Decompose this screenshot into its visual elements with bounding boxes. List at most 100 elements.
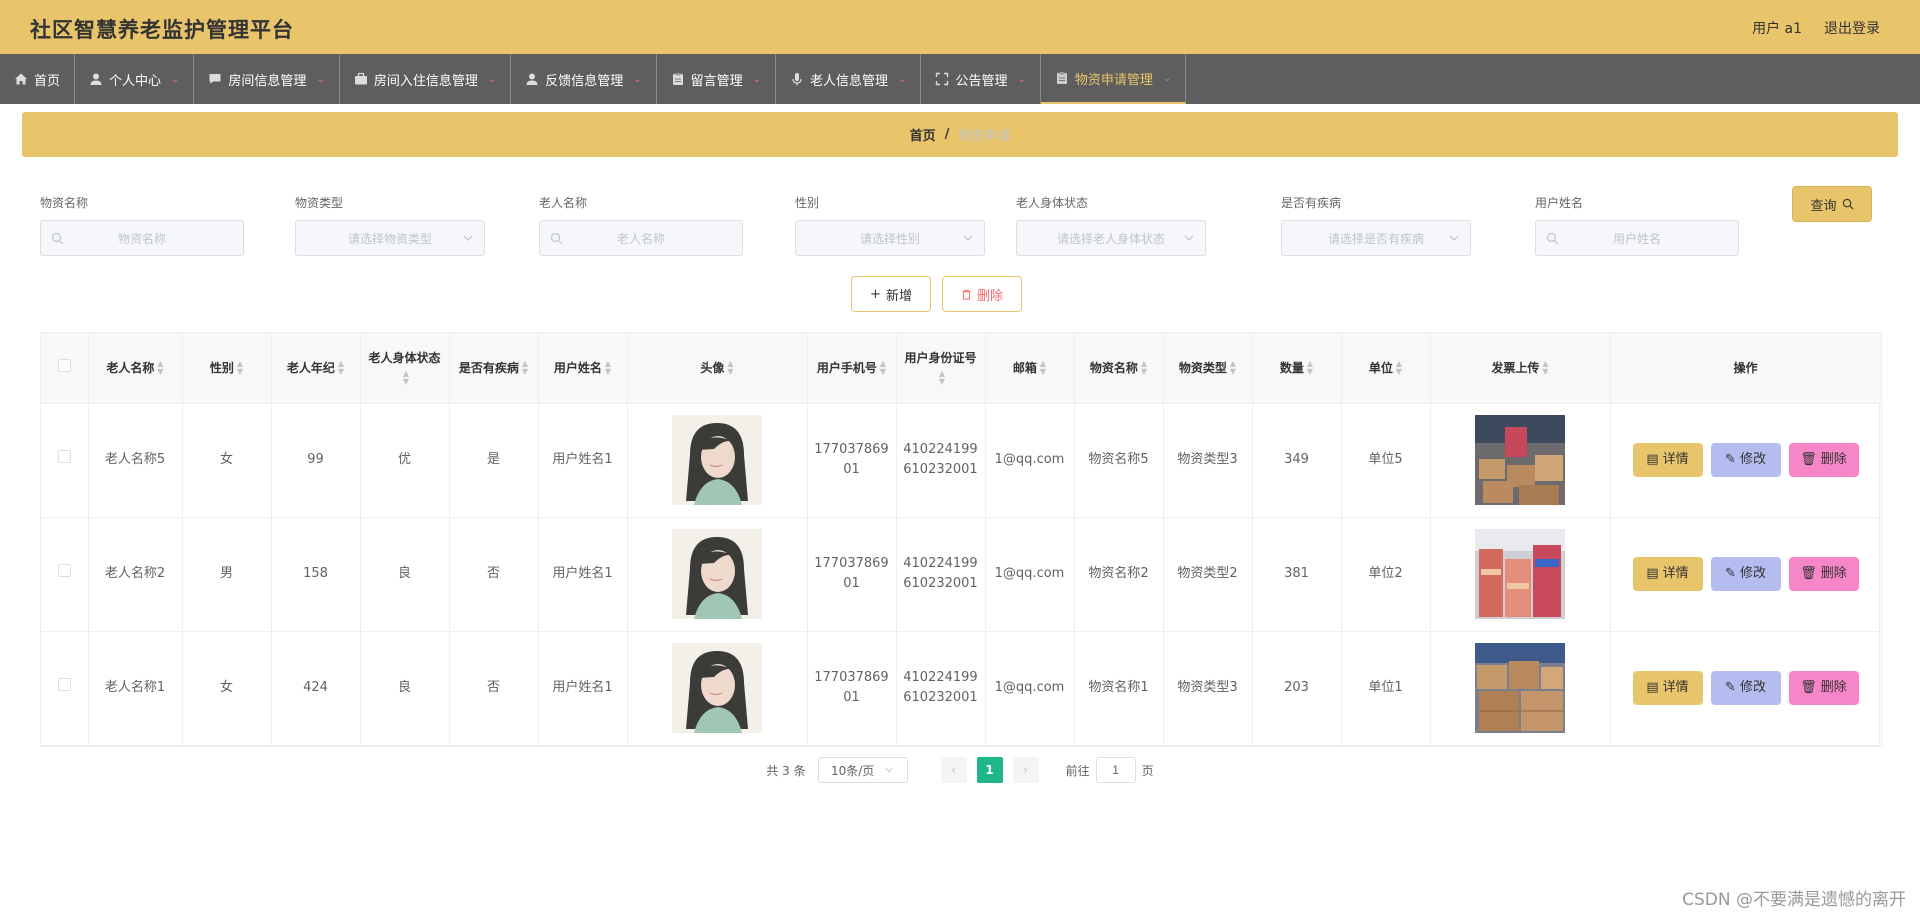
nav-item-messages[interactable]: 留言管理 ⌄ bbox=[657, 54, 777, 104]
cell-phone: 17703786901 bbox=[807, 403, 897, 518]
cell-gender: 女 bbox=[182, 631, 272, 746]
select-all-checkbox[interactable] bbox=[57, 358, 71, 372]
nav-item-label: 首页 bbox=[34, 73, 61, 89]
nav-item-label: 房间入住信息管理 bbox=[373, 73, 478, 89]
row-checkbox[interactable] bbox=[57, 678, 71, 691]
has-disease-select[interactable]: 请选择是否有疾病 bbox=[1281, 220, 1471, 256]
delete-button[interactable]: 🗑 删除 bbox=[1788, 443, 1859, 477]
cell-material-type: 物资类型2 bbox=[1163, 517, 1253, 632]
detail-button[interactable]: ▤ 详情 bbox=[1632, 557, 1703, 591]
invoice-image[interactable] bbox=[1475, 415, 1565, 505]
goto-prefix: 前往 bbox=[1065, 763, 1090, 778]
edit-button[interactable]: ✎ 修改 bbox=[1710, 671, 1781, 705]
cell-disease: 是 bbox=[449, 403, 539, 518]
nav-item-elder-info[interactable]: 老人信息管理 ⌄ bbox=[776, 54, 922, 104]
delete-button[interactable]: 🗑 删除 bbox=[1788, 557, 1859, 591]
edit-button[interactable]: ✎ 修改 bbox=[1710, 443, 1781, 477]
nav-item-feedback[interactable]: 反馈信息管理 ⌄ bbox=[511, 54, 657, 104]
column-header[interactable]: 物资名称 ▲ ▼ bbox=[1074, 333, 1164, 404]
user-name-input[interactable]: 用户姓名 bbox=[1535, 220, 1739, 256]
sort-icon: ▲ ▼ bbox=[727, 359, 734, 377]
nav-item-label: 反馈信息管理 bbox=[545, 73, 624, 89]
sort-icon: ▲ ▼ bbox=[604, 359, 612, 377]
user-name-label: 用户姓名 bbox=[1535, 196, 1584, 210]
document-icon: ▤ bbox=[1646, 452, 1659, 467]
sort-icon: ▲ ▼ bbox=[521, 359, 529, 377]
health-status-select[interactable]: 请选择老人身体状态 bbox=[1016, 220, 1206, 256]
goto-page-input[interactable] bbox=[1095, 757, 1136, 783]
column-header[interactable]: 是否有疾病 ▲ ▼ bbox=[449, 333, 539, 404]
logout-link[interactable]: 退出登录 bbox=[1824, 18, 1880, 38]
delete-button[interactable]: 🗑 删除 bbox=[1788, 671, 1859, 705]
add-button[interactable]: + 新增 bbox=[851, 276, 931, 312]
nav-item-room-checkin[interactable]: 房间入住信息管理 ⌄ bbox=[340, 54, 512, 104]
material-type-select[interactable]: 请选择物资类型 bbox=[295, 220, 485, 256]
column-header[interactable]: 头像 ▲ ▼ bbox=[627, 333, 808, 404]
add-button-label: 新增 bbox=[885, 288, 912, 304]
nav-item-label: 个人中心 bbox=[109, 73, 162, 89]
watermark: CSDN @不要满是遗憾的离开 bbox=[1682, 890, 1906, 910]
page-size-select[interactable]: 10条/页 bbox=[817, 757, 908, 783]
nav-item-label: 物资申请管理 bbox=[1074, 72, 1153, 88]
nav-item-personal-center[interactable]: 个人中心 ⌄ bbox=[75, 54, 195, 104]
row-checkbox[interactable] bbox=[57, 564, 71, 577]
app-title: 社区智慧养老监护管理平台 bbox=[30, 18, 294, 42]
cell-quantity: 381 bbox=[1252, 517, 1342, 632]
cell-disease: 否 bbox=[449, 517, 539, 632]
cell-disease: 否 bbox=[449, 631, 539, 746]
nav-item-home[interactable]: 首页 bbox=[0, 54, 76, 104]
prev-page-button[interactable]: ‹ bbox=[940, 757, 967, 783]
sort-icon: ▲ ▼ bbox=[1039, 359, 1047, 377]
user-icon bbox=[89, 72, 103, 86]
detail-button[interactable]: ▤ 详情 bbox=[1632, 443, 1703, 477]
column-header[interactable]: 性别 ▲ ▼ bbox=[182, 333, 272, 404]
pagination-total: 共 3 条 bbox=[766, 763, 806, 778]
column-header[interactable]: 老人名称 ▲ ▼ bbox=[88, 333, 183, 404]
avatar bbox=[672, 529, 762, 619]
chevron-down-icon: ⌄ bbox=[1017, 73, 1026, 85]
user-icon bbox=[525, 72, 539, 86]
cell-health: 良 bbox=[360, 517, 450, 632]
invoice-image[interactable] bbox=[1475, 529, 1565, 619]
edit-button[interactable]: ✎ 修改 bbox=[1710, 557, 1781, 591]
column-header[interactable]: 用户身份证号▲ ▼ bbox=[896, 333, 986, 404]
nav-item-material-request[interactable]: 物资申请管理 ⌄ bbox=[1040, 54, 1187, 104]
column-header[interactable]: 邮箱 ▲ ▼ bbox=[985, 333, 1075, 404]
avatar bbox=[672, 643, 762, 733]
column-header[interactable]: 用户手机号 ▲ ▼ bbox=[807, 333, 897, 404]
cell-age: 158 bbox=[271, 517, 361, 632]
nav-item-announcements[interactable]: 公告管理 ⌄ bbox=[921, 54, 1041, 104]
cell-email: 1@qq.com bbox=[985, 403, 1075, 518]
column-header[interactable]: 单位 ▲ ▼ bbox=[1341, 333, 1431, 404]
column-header[interactable]: 物资类型 ▲ ▼ bbox=[1163, 333, 1253, 404]
clipboard-icon bbox=[671, 72, 685, 86]
invoice-image[interactable] bbox=[1475, 643, 1565, 733]
nav-item-room-info[interactable]: 房间信息管理 ⌄ bbox=[194, 54, 340, 104]
cell-unit: 单位2 bbox=[1341, 517, 1431, 632]
cell-gender: 男 bbox=[182, 517, 272, 632]
material-name-input[interactable]: 物资名称 bbox=[40, 220, 244, 256]
sort-icon: ▲ ▼ bbox=[1395, 359, 1403, 377]
cell-age: 424 bbox=[271, 631, 361, 746]
sort-icon: ▲ ▼ bbox=[337, 359, 345, 377]
column-header[interactable]: 用户姓名 ▲ ▼ bbox=[538, 333, 628, 404]
cell-gender: 女 bbox=[182, 403, 272, 518]
cell-user-name: 用户姓名1 bbox=[538, 631, 628, 746]
detail-button[interactable]: ▤ 详情 bbox=[1632, 671, 1703, 705]
column-header[interactable]: 老人年纪 ▲ ▼ bbox=[271, 333, 361, 404]
column-header[interactable]: 数量 ▲ ▼ bbox=[1252, 333, 1342, 404]
query-button[interactable]: 查询 bbox=[1792, 186, 1872, 222]
column-header[interactable]: 发票上传 ▲ ▼ bbox=[1430, 333, 1611, 404]
document-icon: ▤ bbox=[1646, 680, 1659, 695]
pagination: 共 3 条 10条/页 ‹ 1 › 前往 页 bbox=[22, 755, 1898, 785]
chevron-down-icon: ⌄ bbox=[633, 73, 642, 85]
next-page-button[interactable]: › bbox=[1012, 757, 1039, 783]
elder-name-input[interactable]: 老人名称 bbox=[539, 220, 743, 256]
gender-select[interactable]: 请选择性别 bbox=[795, 220, 985, 256]
batch-delete-button[interactable]: 删除 bbox=[942, 276, 1022, 312]
breadcrumb-home[interactable]: 首页 bbox=[910, 125, 936, 144]
page-number-button[interactable]: 1 bbox=[976, 757, 1003, 783]
sort-icon: ▲ ▼ bbox=[1140, 359, 1148, 377]
column-header[interactable]: 老人身体状态▲ ▼ bbox=[360, 333, 450, 404]
row-checkbox[interactable] bbox=[57, 450, 71, 463]
